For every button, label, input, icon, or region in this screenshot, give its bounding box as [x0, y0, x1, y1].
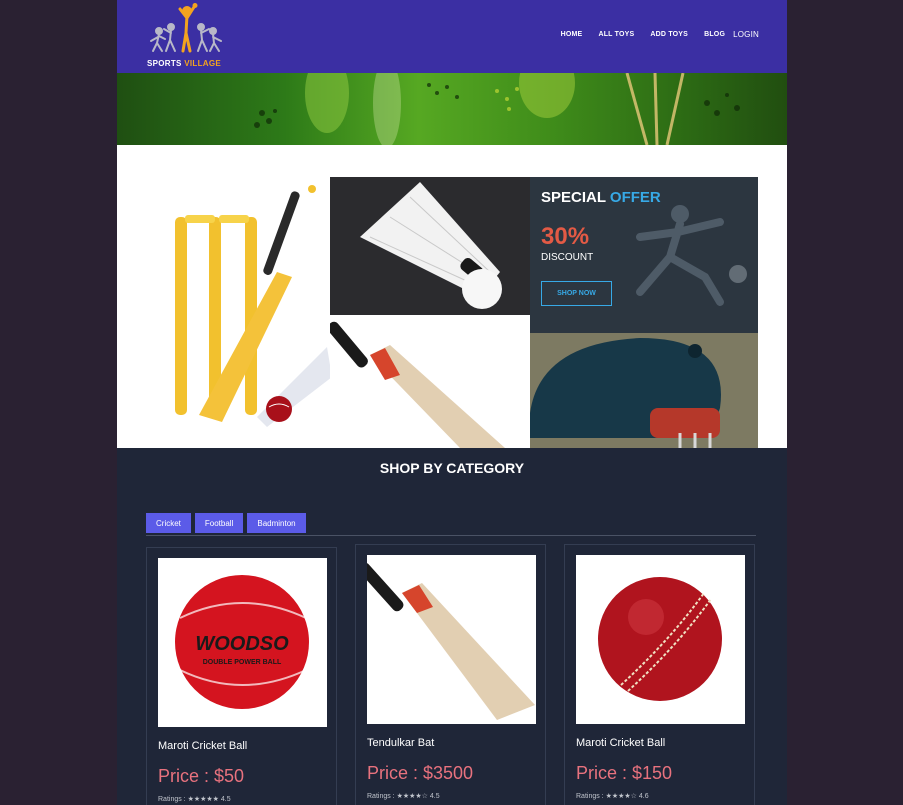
category-tabs: Cricket Football Badminton	[146, 513, 306, 533]
cricket-banner-image	[117, 73, 787, 145]
svg-text:DOUBLE POWER BALL: DOUBLE POWER BALL	[203, 659, 282, 666]
section-title: SHOP BY CATEGORY	[379, 460, 525, 476]
product-rating: Ratings : ★★★★★ 4.5	[158, 796, 231, 803]
athletes-logo-icon	[150, 3, 222, 53]
offer-label: DISCOUNT	[541, 252, 594, 263]
product-price: Price : $150	[576, 763, 673, 783]
product-card[interactable]: Tendulkar Bat Price : $3500 Ratings : ★★…	[355, 544, 546, 805]
shop-by-category-section: SHOP BY CATEGORY Cricket Football Badmin…	[117, 448, 787, 805]
offer-percent: 30%	[541, 223, 590, 250]
offer-title: SPECIAL OFFER	[541, 189, 661, 206]
navbar: SPORTS VILLAGE HOME ALL TOYS ADD TOYS BL…	[117, 0, 787, 73]
cricket-helmet-image	[530, 333, 758, 448]
nav-home[interactable]: HOME	[561, 31, 583, 38]
tab-football[interactable]: Football	[194, 513, 244, 533]
nav-blog[interactable]: BLOG	[704, 31, 725, 38]
nav-login[interactable]: LOGIN	[733, 30, 759, 39]
product-name: Maroti Cricket Ball	[158, 740, 248, 752]
shop-now-button[interactable]: SHOP NOW	[541, 281, 612, 306]
nav-all-toys[interactable]: ALL TOYS	[598, 31, 634, 38]
product-image	[576, 555, 745, 724]
main-nav: HOME ALL TOYS ADD TOYS BLOG LOGIN	[561, 30, 759, 39]
product-price: Price : $50	[158, 766, 245, 786]
site-logo[interactable]: SPORTS VILLAGE	[145, 3, 225, 68]
product-name: Maroti Cricket Ball	[576, 737, 666, 749]
product-card[interactable]: Maroti Cricket Ball Price : $150 Ratings…	[564, 544, 755, 805]
product-image	[367, 555, 536, 724]
tab-badminton[interactable]: Badminton	[247, 513, 306, 533]
product-name: Tendulkar Bat	[367, 737, 435, 749]
cricket-bat-image	[330, 315, 530, 448]
page: SPORTS VILLAGE HOME ALL TOYS ADD TOYS BL…	[117, 0, 787, 805]
special-offer-panel: SPECIAL OFFER 30% DISCOUNT SHOP NOW	[530, 177, 758, 333]
product-price: Price : $3500	[367, 763, 474, 783]
brand-name: SPORTS VILLAGE	[147, 59, 222, 68]
shuttlecock-image	[330, 177, 530, 315]
hero-collage: SPECIAL OFFER 30% DISCOUNT SHOP NOW	[117, 145, 787, 448]
nav-add-toys[interactable]: ADD TOYS	[650, 31, 688, 38]
product-rating: Ratings : ★★★★☆ 4.5	[367, 793, 440, 800]
product-rating: Ratings : ★★★★☆ 4.6	[576, 793, 649, 800]
tab-cricket[interactable]: Cricket	[146, 513, 191, 533]
product-card[interactable]: WOODSO DOUBLE POWER BALL Maroti Cricket …	[146, 547, 337, 805]
svg-text:WOODSO: WOODSO	[195, 633, 289, 655]
product-image: WOODSO DOUBLE POWER BALL	[158, 558, 327, 727]
tabs-divider	[146, 535, 756, 536]
cricket-stumps-illustration	[175, 185, 332, 427]
